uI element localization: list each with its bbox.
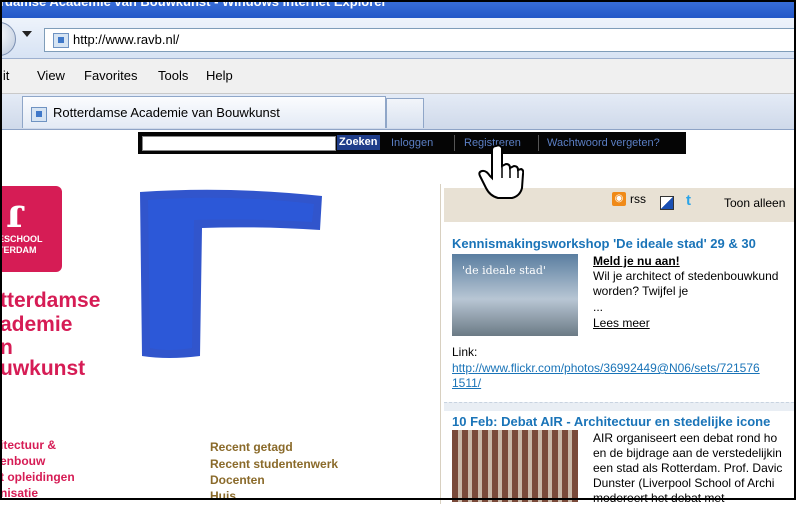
rss-icon[interactable]: ◉ [612, 192, 626, 206]
news1-text: worden? Twijfel je [593, 284, 689, 298]
news1-image-caption: 'de ideale stad' [462, 264, 546, 277]
hand-cursor-icon [478, 144, 524, 199]
twitter-icon[interactable]: t [686, 192, 691, 209]
nav-opleidingen[interactable]: t opleidingen [0, 470, 75, 484]
news2-text: modereert het debat met [593, 491, 725, 505]
address-field[interactable]: http://www.ravb.nl/ [44, 28, 796, 52]
news1-ellipsis: ... [593, 300, 604, 314]
news1-text: Wil je architect of stedenbouwkund [593, 269, 779, 283]
search-button[interactable]: Zoeken [337, 135, 380, 150]
menu-favorites[interactable]: Favorites [84, 68, 137, 83]
menu-edit[interactable]: lit [0, 68, 9, 83]
news1-image[interactable]: 'de ideale stad' [452, 254, 578, 336]
academy-name-line2: ademie [0, 313, 73, 336]
rss-link[interactable]: rss [630, 192, 646, 206]
nav-organisatie[interactable]: nisatie [0, 486, 38, 500]
login-link[interactable]: Inloggen [391, 137, 433, 149]
nav-stedenbouw[interactable]: enbouw [0, 454, 45, 468]
logo-glyph-icon: ɾ [6, 190, 25, 237]
nav-huis[interactable]: Huis [210, 489, 236, 503]
news-divider [444, 402, 796, 411]
nav-docenten[interactable]: Docenten [210, 473, 265, 487]
nav-recent-getagd[interactable]: Recent getagd [210, 440, 293, 454]
logo-text-line2: TERDAM [0, 245, 37, 255]
academy-name-line4: uwkunst [0, 357, 86, 380]
menu-view[interactable]: View [37, 68, 65, 83]
news2-text: een stad als Rotterdam. Prof. Davic [593, 461, 783, 475]
forgot-password-link[interactable]: Wachtwoord vergeten? [547, 137, 660, 149]
news2-title[interactable]: 10 Feb: Debat AIR - Architectuur en sted… [452, 414, 770, 429]
read-more-link[interactable]: Lees meer [593, 316, 650, 330]
flickr-link-cont[interactable]: 1511/ [452, 376, 481, 390]
favicon-icon [53, 33, 69, 48]
menu-help[interactable]: Help [206, 68, 233, 83]
delicious-icon[interactable] [660, 196, 674, 210]
separator [538, 135, 539, 151]
news2-text: en de bijdrage aan de verstedelijkin [593, 446, 782, 460]
window-title: rdamse Academie van Bouwkunst - Windows … [0, 0, 387, 9]
news1-headline[interactable]: Meld je nu aan! [593, 254, 680, 268]
news2-image[interactable] [452, 430, 578, 502]
separator [454, 135, 455, 151]
tab-favicon-icon [31, 107, 47, 122]
filter-toggle[interactable]: Toon alleen [724, 196, 785, 210]
address-url: http://www.ravb.nl/ [73, 32, 180, 47]
news2-text: Dunster (Liverpool School of Archi [593, 476, 775, 490]
news1-link-label: Link: [452, 345, 478, 359]
tab-title: Rotterdamse Academie van Bouwkunst [53, 105, 280, 120]
new-tab-button[interactable] [386, 98, 424, 128]
site-search-input[interactable] [142, 136, 336, 151]
academy-name-line1: tterdamse [0, 289, 101, 312]
logo-text-line1: ESCHOOL [0, 234, 43, 244]
tab-ravb[interactable]: Rotterdamse Academie van Bouwkunst [22, 96, 386, 128]
news1-title[interactable]: Kennismakingsworkshop 'De ideale stad' 2… [452, 236, 756, 251]
menu-tools[interactable]: Tools [158, 68, 188, 83]
news2-text: AIR organiseert een debat rond ho [593, 431, 778, 445]
blue-brush-logo-icon [140, 189, 322, 358]
school-logo[interactable]: ɾ ESCHOOL TERDAM [0, 186, 62, 272]
window-title-bar: rdamse Academie van Bouwkunst - Windows … [0, 0, 796, 18]
history-dropdown-icon[interactable] [22, 31, 32, 37]
nav-recent-studentenwerk[interactable]: Recent studentenwerk [210, 457, 338, 471]
flickr-link[interactable]: http://www.flickr.com/photos/36992449@N0… [452, 361, 760, 375]
nav-architectuur[interactable]: itectuur & [0, 438, 56, 452]
